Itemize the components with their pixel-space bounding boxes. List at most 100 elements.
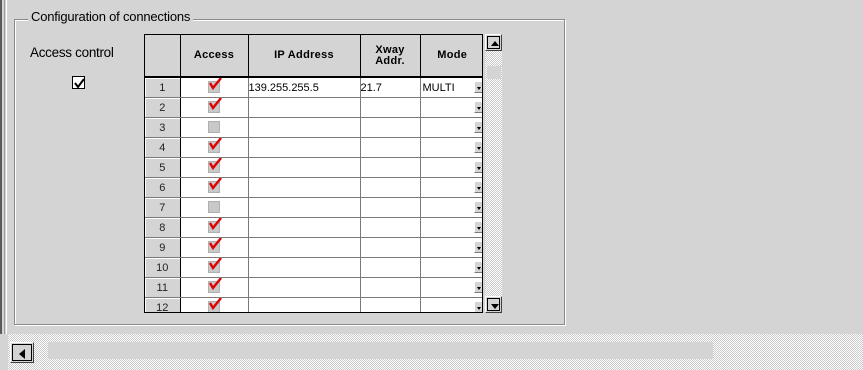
ip-address-cell[interactable] [248, 97, 361, 118]
header-xway-addr[interactable]: Xway Addr. [360, 35, 421, 78]
row-number-cell[interactable]: 5 [145, 157, 181, 178]
vertical-scrollbar-thumb[interactable] [487, 66, 501, 79]
ip-address-cell[interactable] [248, 277, 361, 298]
mode-select[interactable] [420, 197, 482, 218]
mode-select[interactable] [420, 157, 482, 178]
access-cell[interactable] [180, 117, 249, 138]
row-number-cell[interactable]: 12 [145, 297, 181, 312]
access-cell[interactable] [180, 237, 249, 258]
access-checkbox[interactable] [208, 77, 222, 93]
row-number-cell[interactable]: 3 [145, 117, 181, 138]
row-number-cell[interactable]: 10 [145, 257, 181, 278]
xway-addr-cell[interactable] [360, 197, 421, 218]
xway-addr-cell[interactable] [360, 217, 421, 238]
row-number-cell[interactable]: 4 [145, 137, 181, 158]
xway-addr-cell[interactable] [360, 157, 421, 178]
access-checkbox[interactable] [208, 97, 222, 113]
dropdown-arrow-icon[interactable] [474, 81, 482, 93]
dropdown-arrow-icon[interactable] [474, 101, 482, 113]
mode-select[interactable] [420, 257, 482, 278]
xway-addr-cell[interactable] [360, 297, 421, 312]
dropdown-arrow-icon[interactable] [474, 261, 482, 273]
mode-select[interactable] [420, 237, 482, 258]
access-checkbox[interactable] [208, 297, 222, 312]
table-row: 8 [145, 217, 482, 238]
scroll-up-button[interactable] [485, 34, 502, 51]
ip-address-cell[interactable] [248, 197, 361, 218]
dropdown-arrow-icon[interactable] [474, 241, 482, 253]
access-checkbox[interactable] [208, 201, 220, 213]
access-checkbox[interactable] [208, 137, 222, 153]
access-checkbox[interactable] [208, 157, 222, 173]
mode-select[interactable] [420, 277, 482, 298]
dropdown-arrow-icon[interactable] [474, 181, 482, 193]
scroll-down-button[interactable] [485, 296, 502, 313]
ip-address-cell[interactable] [248, 217, 361, 238]
table-header-row: Access IP Address Xway Addr. Mode [145, 35, 482, 78]
access-cell[interactable] [180, 217, 249, 238]
ip-address-cell[interactable] [248, 117, 361, 138]
ip-address-cell[interactable] [248, 297, 361, 312]
xway-addr-cell[interactable]: 21.7 [360, 77, 421, 98]
access-cell[interactable] [180, 277, 249, 298]
row-number-cell[interactable]: 9 [145, 237, 181, 258]
access-checkbox[interactable] [208, 257, 222, 273]
mode-select[interactable] [420, 117, 482, 138]
header-mode[interactable]: Mode [420, 35, 482, 78]
access-cell[interactable] [180, 157, 249, 178]
header-ip-address[interactable]: IP Address [248, 35, 361, 78]
access-cell[interactable] [180, 77, 249, 98]
ip-address-cell[interactable] [248, 137, 361, 158]
mode-select[interactable] [420, 217, 482, 238]
row-number-cell[interactable]: 8 [145, 217, 181, 238]
row-number-cell[interactable]: 7 [145, 197, 181, 218]
row-number-cell[interactable]: 11 [145, 277, 181, 298]
row-number-cell[interactable]: 2 [145, 97, 181, 118]
mode-select[interactable] [420, 297, 482, 312]
mode-select[interactable] [420, 97, 482, 118]
access-control-checkbox[interactable] [72, 76, 85, 89]
access-checkbox[interactable] [208, 237, 222, 253]
xway-addr-cell[interactable] [360, 277, 421, 298]
table-row: 12 [145, 297, 482, 312]
access-cell[interactable] [180, 137, 249, 158]
dropdown-arrow-icon[interactable] [474, 201, 482, 213]
xway-addr-cell[interactable] [360, 97, 421, 118]
ip-address-cell[interactable] [248, 157, 361, 178]
red-checkmark-icon [208, 177, 222, 190]
access-checkbox[interactable] [208, 277, 222, 293]
dropdown-arrow-icon[interactable] [474, 161, 482, 173]
access-checkbox[interactable] [208, 217, 222, 233]
ip-address-cell[interactable] [248, 257, 361, 278]
ip-address-cell[interactable]: 139.255.255.5 [248, 77, 361, 98]
xway-addr-cell[interactable] [360, 177, 421, 198]
mode-select[interactable] [420, 177, 482, 198]
dropdown-arrow-icon[interactable] [474, 141, 482, 153]
scroll-left-button[interactable] [10, 342, 34, 363]
access-cell[interactable] [180, 177, 249, 198]
xway-addr-cell[interactable] [360, 237, 421, 258]
header-access[interactable]: Access [180, 35, 249, 78]
access-checkbox[interactable] [208, 121, 220, 133]
row-number-cell[interactable]: 1 [145, 77, 181, 98]
mode-select[interactable]: MULTI [420, 77, 482, 98]
access-cell[interactable] [180, 297, 249, 312]
access-cell[interactable] [180, 197, 249, 218]
access-control-label: Access control [30, 45, 114, 60]
mode-select[interactable] [420, 137, 482, 158]
access-cell[interactable] [180, 257, 249, 278]
dropdown-arrow-icon[interactable] [474, 301, 482, 312]
horizontal-scrollbar-thumb[interactable] [48, 342, 713, 359]
access-cell[interactable] [180, 97, 249, 118]
access-checkbox[interactable] [208, 177, 222, 193]
row-number-cell[interactable]: 6 [145, 177, 181, 198]
ip-address-cell[interactable] [248, 237, 361, 258]
xway-addr-cell[interactable] [360, 137, 421, 158]
ip-address-cell[interactable] [248, 177, 361, 198]
dropdown-arrow-icon[interactable] [474, 221, 482, 233]
dropdown-arrow-icon[interactable] [474, 281, 482, 293]
red-checkmark-icon [208, 217, 222, 230]
dropdown-arrow-icon[interactable] [474, 121, 482, 133]
xway-addr-cell[interactable] [360, 117, 421, 138]
xway-addr-cell[interactable] [360, 257, 421, 278]
